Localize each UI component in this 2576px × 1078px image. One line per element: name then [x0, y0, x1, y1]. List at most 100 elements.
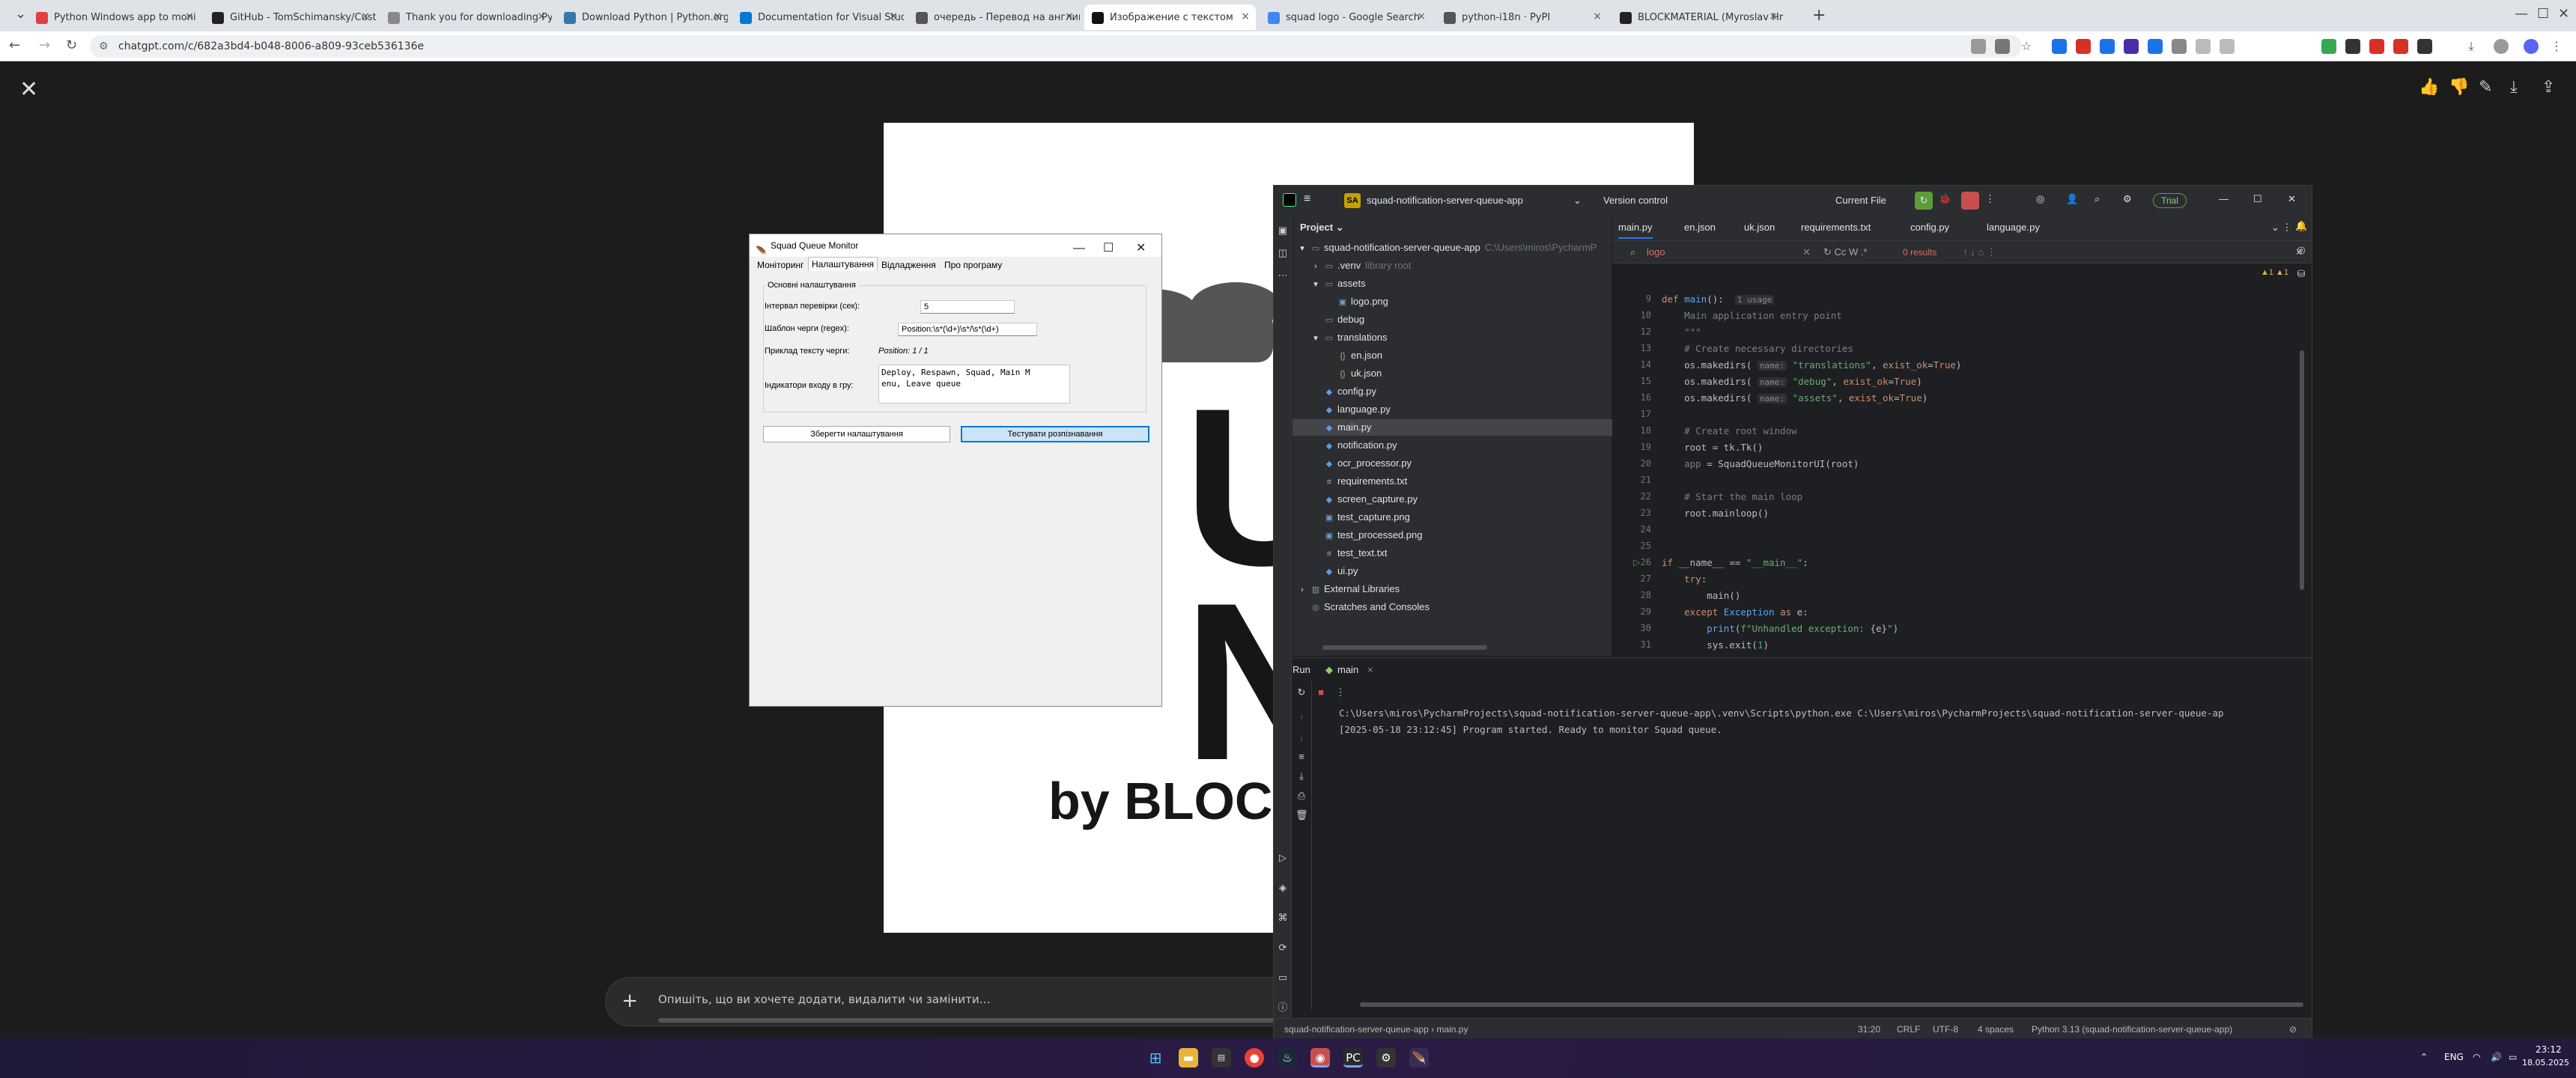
- horizontal-scrollbar[interactable]: [1322, 645, 1487, 650]
- horizontal-scrollbar[interactable]: [1360, 1002, 2303, 1007]
- tree-item[interactable]: ▣ test_capture.png: [1310, 509, 1410, 526]
- extension-icon[interactable]: [2148, 39, 2163, 54]
- trial-badge[interactable]: Trial: [2153, 193, 2187, 208]
- clock-date[interactable]: 18.05.2025: [2522, 1058, 2569, 1068]
- tree-item[interactable]: ▣ logo.png: [1324, 293, 1388, 310]
- maximize-icon[interactable]: ☐: [2253, 193, 2262, 205]
- thumbs-up-icon[interactable]: 👍: [2419, 78, 2439, 97]
- extension-icon[interactable]: [2220, 39, 2235, 54]
- caret-position[interactable]: 31:20: [1858, 1024, 1880, 1035]
- language-indicator[interactable]: ENG: [2444, 1052, 2464, 1062]
- extension-icon[interactable]: [2124, 39, 2139, 54]
- close-icon[interactable]: ✕: [2288, 193, 2296, 205]
- ai-chat-icon[interactable]: ◎: [2295, 244, 2307, 256]
- close-tab-icon[interactable]: ×: [1769, 10, 1778, 22]
- notifications-icon[interactable]: 🔔: [2295, 220, 2307, 232]
- squad-app-icon[interactable]: ◉: [1310, 1048, 1330, 1068]
- interval-input[interactable]: 5: [920, 300, 1015, 314]
- vertical-scrollbar[interactable]: [2300, 350, 2304, 590]
- code-line[interactable]: # Create root window: [1662, 425, 1797, 436]
- back-icon[interactable]: ←: [9, 37, 20, 53]
- expand-arrow-icon[interactable]: ▾: [1310, 330, 1321, 347]
- print-icon[interactable]: ⎙: [1295, 790, 1307, 802]
- url-input[interactable]: ⚙ chatgpt.com/c/682a3bd4-b048-8006-a809-…: [90, 35, 2022, 58]
- expand-arrow-icon[interactable]: ›: [1310, 258, 1321, 275]
- editor-tab[interactable]: requirements.txt: [1801, 222, 1871, 233]
- tree-item[interactable]: ▾ ▭ assets: [1310, 275, 1365, 292]
- code-line[interactable]: os.makedirs( name: "translations", exist…: [1662, 359, 1961, 371]
- test-recognition-button[interactable]: Тестувати розпізнавання: [961, 426, 1149, 442]
- indicators-textarea[interactable]: Deploy, Respawn, Squad, Main M enu, Leav…: [878, 365, 1070, 404]
- close-icon[interactable]: ✕: [2558, 6, 2569, 22]
- lock-icon[interactable]: ⊘: [2289, 1024, 2297, 1035]
- notebook-tab[interactable]: Налаштування: [808, 257, 878, 271]
- code-line[interactable]: # Start the main loop: [1662, 491, 1802, 502]
- tree-item[interactable]: ◆ language.py: [1310, 401, 1391, 418]
- python-console-icon[interactable]: ⌘: [1277, 912, 1289, 924]
- forward-icon[interactable]: →: [39, 37, 50, 53]
- more-tools-icon[interactable]: ⋯: [1277, 270, 1289, 281]
- tree-item[interactable]: ▭ debug: [1310, 311, 1364, 328]
- run-gutter-icon[interactable]: ▷: [1633, 557, 1640, 567]
- soft-wrap-icon[interactable]: ≡: [1295, 751, 1307, 763]
- notebook-tab[interactable]: Про програму: [941, 258, 1005, 272]
- expand-arrow-icon[interactable]: ›: [1297, 582, 1307, 598]
- minimize-icon[interactable]: —: [2219, 193, 2229, 204]
- tab-search-icon[interactable]: ⌄: [15, 6, 26, 22]
- windows-start-icon[interactable]: ⊞: [1146, 1048, 1165, 1068]
- database-icon[interactable]: ⛁: [2295, 268, 2307, 280]
- tree-item[interactable]: › ▭ .venv library root: [1310, 258, 1411, 275]
- python-packages-icon[interactable]: ◈: [1277, 882, 1289, 894]
- app-icon[interactable]: ▤: [1212, 1048, 1231, 1068]
- close-tab-icon[interactable]: ×: [185, 10, 194, 22]
- code-line[interactable]: root = tk.Tk(): [1662, 442, 1763, 453]
- add-attachment-icon[interactable]: +: [616, 988, 643, 1015]
- browser-tab[interactable]: squad logo - Google Search ×: [1260, 4, 1432, 30]
- extension-icon[interactable]: [2172, 39, 2187, 54]
- extension-icon[interactable]: [2076, 39, 2091, 54]
- browser-tab[interactable]: Thank you for downloading Py ×: [380, 4, 552, 30]
- tree-item[interactable]: {} en.json: [1324, 347, 1382, 364]
- chrome-icon[interactable]: ●: [1245, 1048, 1264, 1068]
- breadcrumb[interactable]: squad-notification-server-queue-app › ma…: [1284, 1024, 1468, 1035]
- tree-item[interactable]: ◆ main.py: [1292, 419, 1614, 436]
- rerun-icon[interactable]: ↻: [1295, 686, 1307, 698]
- indent-setting[interactable]: 4 spaces: [1978, 1024, 2014, 1035]
- extension-icon[interactable]: [2196, 39, 2211, 54]
- extension-icon[interactable]: [2321, 39, 2336, 54]
- find-nav-icons[interactable]: ↑ ↓ ⌂ ⋮: [1963, 246, 1996, 258]
- code-line[interactable]: os.makedirs( name: "assets", exist_ok=Tr…: [1662, 392, 1928, 404]
- code-line[interactable]: root.mainloop(): [1662, 508, 1769, 519]
- tree-item[interactable]: ▾ ▭ translations: [1310, 329, 1387, 346]
- file-encoding[interactable]: UTF-8: [1933, 1024, 1958, 1035]
- browser-tab[interactable]: Изображение с текстом ×: [1084, 4, 1256, 30]
- file-explorer-icon[interactable]: ▬: [1179, 1048, 1198, 1068]
- site-info-icon[interactable]: ⚙: [99, 35, 109, 58]
- browser-tab[interactable]: Python Windows app to moni ×: [28, 4, 200, 30]
- extension-icon[interactable]: [2369, 39, 2384, 54]
- settings-icon[interactable]: ⚙: [1376, 1048, 1396, 1068]
- tree-item[interactable]: ▣ test_processed.png: [1310, 527, 1423, 543]
- close-icon[interactable]: ✕: [19, 76, 38, 103]
- extension-icon[interactable]: [2345, 39, 2360, 54]
- extension-icon[interactable]: [2052, 39, 2067, 54]
- network-icon[interactable]: ◠: [2473, 1052, 2480, 1062]
- code-with-me-icon[interactable]: 👤: [2066, 193, 2078, 205]
- regex-toggle-icon[interactable]: ↻ Cc W .*: [1823, 246, 1868, 258]
- profile-avatar[interactable]: [2524, 39, 2539, 54]
- run-config-tab[interactable]: main: [1337, 664, 1358, 675]
- code-line[interactable]: # Create necessary directories: [1662, 343, 1853, 354]
- code-line[interactable]: main(): [1662, 590, 1740, 601]
- browser-tab[interactable]: Documentation for Visual Stud ×: [732, 4, 904, 30]
- new-tab-icon[interactable]: +: [1812, 6, 1826, 25]
- edit-icon[interactable]: ✎: [2479, 78, 2492, 97]
- tab-overflow-icon[interactable]: ⌄ ⋮: [2271, 222, 2292, 234]
- code-line[interactable]: if __name__ == "__main__":: [1662, 557, 1808, 568]
- browser-tab[interactable]: python-i18n · PyPI ×: [1436, 4, 1608, 30]
- save-settings-button[interactable]: Зберегти налаштування: [763, 426, 950, 442]
- close-tab-icon[interactable]: ×: [361, 10, 370, 22]
- editor-tab[interactable]: uk.json: [1744, 222, 1775, 233]
- main-menu-icon[interactable]: ≡: [1304, 192, 1310, 206]
- extensions-puzzle-icon[interactable]: [2417, 39, 2432, 54]
- editor-tab[interactable]: main.py: [1618, 222, 1653, 239]
